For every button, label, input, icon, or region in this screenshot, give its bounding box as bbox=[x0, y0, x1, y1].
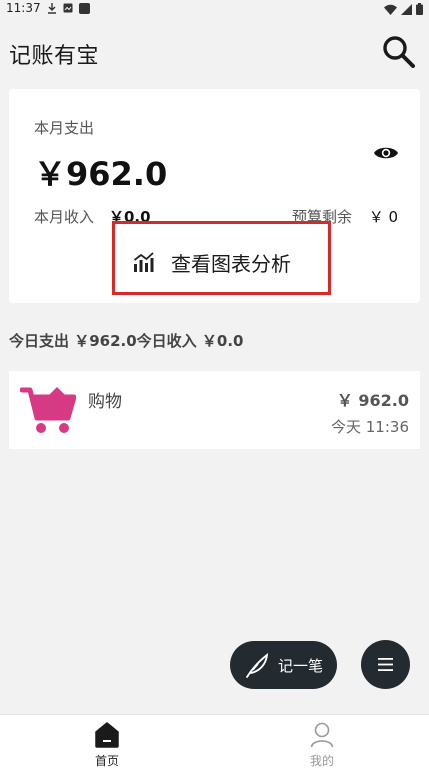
month-expense-amount: ￥962.0 bbox=[34, 155, 168, 193]
menu-button[interactable] bbox=[361, 640, 410, 689]
screen: 11:37 记账有宝 本月支出 ￥962.0 本月收入 ￥0.0 预算剩余 ￥ … bbox=[0, 0, 429, 774]
app-icon bbox=[78, 2, 90, 14]
view-chart-analysis-button[interactable]: 查看图表分析 bbox=[112, 221, 331, 295]
month-expense-label: 本月支出 bbox=[34, 119, 95, 137]
transaction-row[interactable]: 购物 ￥ 962.0 今天 11:36 bbox=[9, 371, 420, 449]
budget-remaining-value: ￥ 0 bbox=[368, 208, 398, 226]
download-icon bbox=[47, 2, 56, 14]
nav-item-mine-label: 我的 bbox=[309, 754, 334, 768]
image-icon bbox=[63, 3, 73, 13]
view-chart-analysis-label: 查看图表分析 bbox=[171, 252, 291, 276]
app-title: 记账有宝 bbox=[9, 44, 100, 69]
status-left: 11:37 bbox=[6, 1, 90, 15]
battery-icon bbox=[416, 3, 423, 15]
record-entry-label: 记一笔 bbox=[278, 657, 324, 675]
transaction-category: 购物 bbox=[88, 392, 122, 412]
eye-icon[interactable] bbox=[374, 145, 398, 161]
daily-summary: 今日支出 ￥962.0今日收入 ￥0.0 bbox=[9, 332, 244, 350]
search-icon[interactable] bbox=[381, 34, 417, 70]
home-icon bbox=[95, 722, 119, 748]
monthly-summary-card: 本月支出 ￥962.0 本月收入 ￥0.0 预算剩余 ￥ 0 查看图表分析 bbox=[9, 89, 420, 303]
shopping-cart-icon bbox=[20, 387, 76, 433]
record-entry-button[interactable]: 记一笔 bbox=[230, 641, 337, 689]
status-right bbox=[384, 3, 423, 15]
bottom-nav: 首页 我的 bbox=[0, 714, 429, 774]
nav-item-home-label: 首页 bbox=[94, 754, 119, 768]
transaction-amount: ￥ 962.0 bbox=[336, 391, 409, 410]
chart-analysis-icon bbox=[133, 252, 154, 272]
month-income-label: 本月收入 bbox=[34, 208, 95, 226]
wifi-icon bbox=[384, 4, 397, 15]
signal-icon bbox=[401, 3, 412, 15]
status-bar: 11:37 bbox=[0, 0, 429, 20]
nav-item-home[interactable]: 首页 bbox=[0, 715, 214, 774]
status-time: 11:37 bbox=[6, 1, 41, 15]
user-icon bbox=[310, 722, 334, 748]
nav-item-mine[interactable]: 我的 bbox=[215, 715, 429, 774]
transaction-time: 今天 11:36 bbox=[331, 418, 409, 436]
feather-icon bbox=[246, 653, 269, 678]
menu-icon bbox=[378, 658, 393, 671]
